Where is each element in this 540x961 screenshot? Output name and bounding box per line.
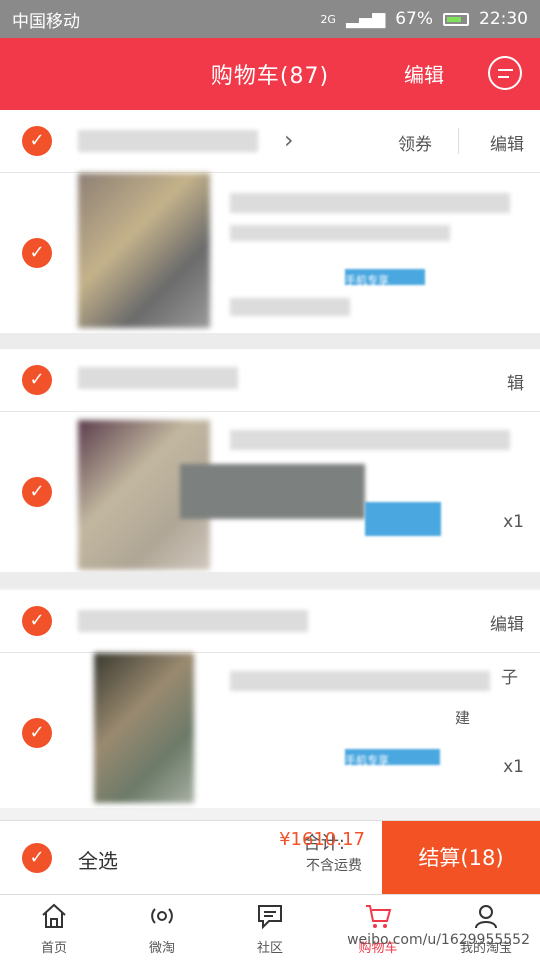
- battery-icon: [443, 12, 469, 26]
- shop-edit-button[interactable]: 辑: [507, 369, 524, 394]
- cart-item[interactable]: ✓ 手机专享: [0, 173, 540, 333]
- chevron-right-icon[interactable]: ›: [284, 126, 294, 154]
- item-thumbnail[interactable]: [94, 653, 194, 803]
- title-bar: 购物车(87) 编辑: [0, 38, 540, 110]
- shop-check-icon[interactable]: ✓: [22, 126, 52, 156]
- page-title: 购物车(87): [210, 64, 330, 89]
- network-label: 2G: [320, 12, 336, 26]
- tab-weitao[interactable]: 微淘: [108, 895, 216, 961]
- battery-percent: 67%: [395, 9, 433, 29]
- broadcast-icon: [151, 908, 173, 924]
- item-tag: 手机专享: [345, 749, 440, 767]
- user-icon: [475, 905, 497, 929]
- coupon-button[interactable]: 领券: [398, 130, 432, 155]
- section-gap: [0, 333, 540, 349]
- shop-name-blur: [78, 367, 238, 389]
- signal-icon: ▂▄▆: [345, 9, 386, 29]
- watermark: weibo.com/u/1629955552: [347, 932, 530, 948]
- checkout-bar: ✓ 全选 合计: ¥1610.17 不含运费 结算(18): [0, 820, 540, 895]
- item-title-blur: [230, 193, 510, 213]
- shop-check-icon[interactable]: ✓: [22, 606, 52, 636]
- carrier-label: 中国移动: [12, 11, 80, 32]
- item-partial-text: 建: [455, 709, 471, 727]
- select-all-check-icon[interactable]: ✓: [22, 843, 52, 873]
- shop-header: ✓ 编辑: [0, 590, 540, 653]
- cart-item[interactable]: ✓ 子 建 手机专享 x1: [0, 653, 540, 808]
- item-title-blur: [230, 430, 510, 450]
- shop-edit-button[interactable]: 编辑: [490, 130, 524, 155]
- item-thumbnail[interactable]: [78, 173, 210, 328]
- shop-name-blur: [78, 610, 308, 632]
- tab-home[interactable]: 首页: [0, 895, 108, 961]
- item-spec-blur: [230, 225, 450, 241]
- tab-profile[interactable]: 我的淘宝: [432, 895, 540, 961]
- item-price-blur: [230, 298, 350, 316]
- status-bar: 中国移动 2G ▂▄▆ 67% 22:30: [0, 0, 540, 38]
- status-icons: 2G ▂▄▆ 67% 22:30: [320, 9, 528, 29]
- shop-header: ✓ 辑: [0, 349, 540, 412]
- tab-bar: 首页 微淘 社区 购物车 我的淘宝: [0, 894, 540, 961]
- item-check-icon[interactable]: ✓: [22, 477, 52, 507]
- clock: 22:30: [479, 9, 528, 29]
- item-overlay-blur: [180, 464, 365, 519]
- tab-community[interactable]: 社区: [216, 895, 324, 961]
- cart-icon: [366, 905, 392, 928]
- item-title-blur: [230, 671, 490, 691]
- item-check-icon[interactable]: ✓: [22, 718, 52, 748]
- shop-header: ✓ › 领券 编辑: [0, 110, 540, 173]
- select-all-label[interactable]: 全选: [78, 845, 118, 874]
- message-icon[interactable]: [488, 56, 522, 90]
- checkout-button[interactable]: 结算(18): [382, 821, 540, 895]
- tab-cart[interactable]: 购物车: [324, 895, 432, 961]
- divider: [458, 128, 459, 154]
- item-quantity: x1: [503, 757, 524, 777]
- home-icon: [42, 903, 66, 928]
- section-gap: [0, 572, 540, 588]
- item-tag: [365, 502, 441, 536]
- item-partial-text: 子: [501, 668, 518, 688]
- item-tag: 手机专享: [345, 269, 425, 287]
- shop-name-blur: [78, 130, 258, 152]
- shop-edit-button[interactable]: 编辑: [490, 610, 524, 635]
- chat-icon: [258, 905, 282, 930]
- item-check-icon[interactable]: ✓: [22, 238, 52, 268]
- freight-note: 不含运费: [306, 858, 362, 874]
- edit-button[interactable]: 编辑: [404, 59, 444, 88]
- total-value: ¥1610.17: [279, 829, 365, 850]
- item-quantity: x1: [503, 512, 524, 532]
- cart-item[interactable]: ✓ x1: [0, 412, 540, 572]
- shop-check-icon[interactable]: ✓: [22, 365, 52, 395]
